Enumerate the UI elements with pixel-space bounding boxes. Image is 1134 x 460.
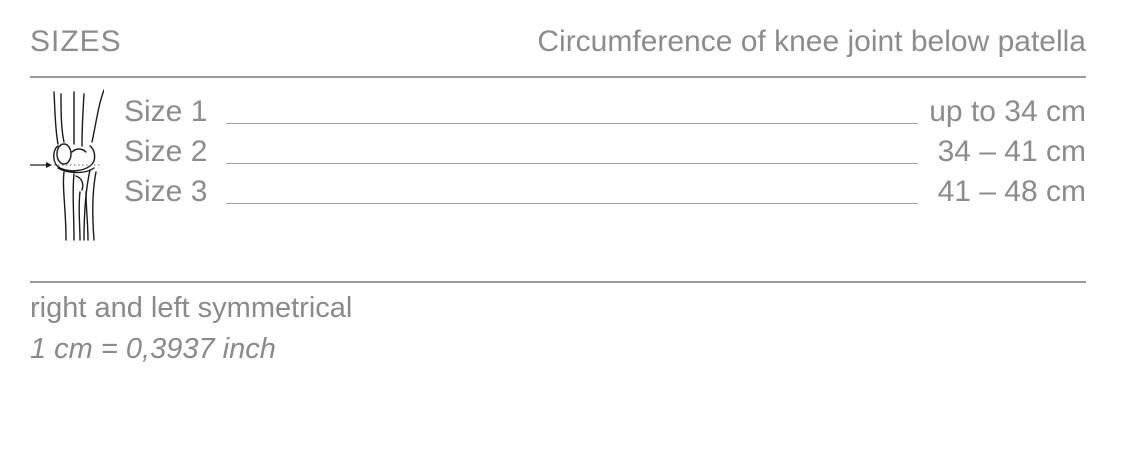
- bottom-divider: [30, 281, 1086, 283]
- sizes-title: SIZES: [30, 25, 122, 58]
- symmetry-note: right and left symmetrical: [30, 292, 353, 324]
- size-range: up to 34 cm: [929, 95, 1086, 128]
- size-leader-line: [226, 163, 918, 164]
- size-row-3: Size 3 41 – 48 cm: [124, 172, 1086, 212]
- knee-anatomy-icon: [30, 89, 104, 241]
- size-label: Size 1: [124, 95, 208, 128]
- size-row-1: Size 1 up to 34 cm: [124, 92, 1086, 132]
- unit-conversion-note: 1 cm = 0,3937 inch: [30, 333, 276, 365]
- size-row-2: Size 2 34 – 41 cm: [124, 132, 1086, 172]
- size-range: 34 – 41 cm: [937, 135, 1086, 168]
- size-label: Size 3: [124, 175, 208, 208]
- measurement-label: Circumference of knee joint below patell…: [537, 25, 1086, 58]
- size-leader-line: [226, 123, 918, 124]
- size-label: Size 2: [124, 135, 208, 168]
- size-leader-line: [226, 203, 918, 204]
- top-divider: [30, 76, 1086, 78]
- sizes-panel: SIZES Circumference of knee joint below …: [0, 0, 1134, 384]
- size-range: 41 – 48 cm: [937, 175, 1086, 208]
